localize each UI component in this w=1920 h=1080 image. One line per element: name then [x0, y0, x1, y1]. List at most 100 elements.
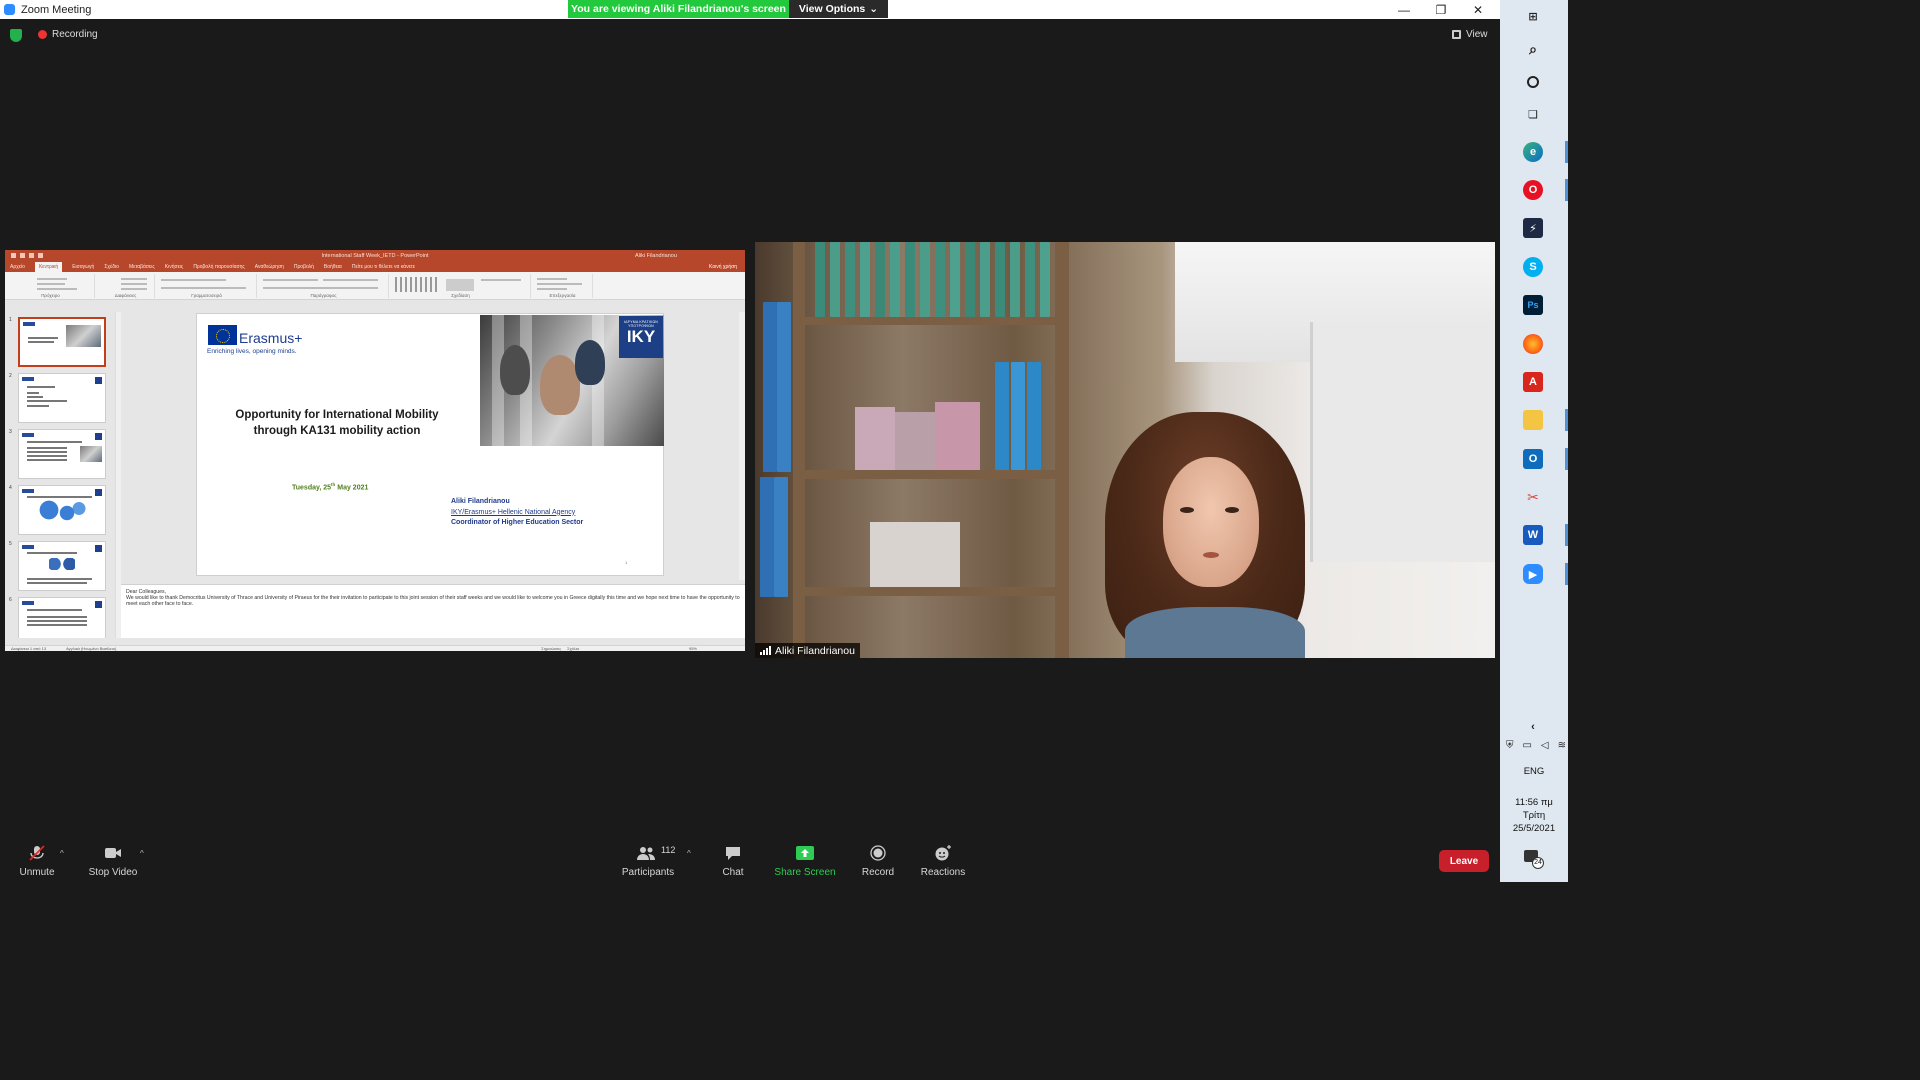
battery-icon[interactable]: ▭: [1522, 740, 1531, 751]
video-options-caret-icon[interactable]: ^: [140, 849, 144, 858]
ppt-tab: Εισαγωγή: [72, 263, 95, 270]
tray-expand-chevron-icon[interactable]: ‹: [1523, 717, 1543, 737]
outlook-icon[interactable]: O: [1523, 449, 1543, 469]
task-view-icon[interactable]: ❏: [1523, 104, 1543, 124]
grid-icon: [1452, 30, 1461, 39]
slide-thumbnail-5[interactable]: [18, 541, 106, 591]
ppt-workspace: 1 2 3 4 5 6 Erasmus+ Enriching lives, op…: [5, 312, 745, 645]
chat-icon: [726, 847, 740, 860]
notification-center-button[interactable]: 24: [1524, 850, 1544, 869]
ribbon-group-drawing: Σχεδίαση: [391, 274, 531, 298]
ribbon-group-slides: Διαφάνειες: [97, 274, 155, 298]
wifi-icon[interactable]: ≋: [1558, 740, 1566, 751]
view-button[interactable]: View: [1452, 29, 1488, 40]
photoshop-icon[interactable]: Ps: [1523, 295, 1543, 315]
participants-label: Participants: [621, 867, 675, 878]
chat-button[interactable]: Chat: [718, 841, 748, 882]
skype-icon[interactable]: S: [1523, 257, 1543, 277]
opera-browser-icon[interactable]: O: [1523, 180, 1543, 200]
shared-screen[interactable]: International Staff Week_IETD - PowerPoi…: [5, 250, 745, 651]
ppt-share-label: Κοινή χρήση: [709, 263, 737, 270]
security-shield-icon[interactable]: [10, 29, 22, 42]
view-label: View: [1466, 29, 1488, 40]
redo-icon: [29, 253, 34, 258]
slide-thumbnail-4[interactable]: [18, 485, 106, 535]
slide-heading: Opportunity for International Mobility t…: [235, 409, 439, 437]
ribbon-group-editing: Επεξεργασία: [533, 274, 593, 298]
recording-indicator[interactable]: Recording: [38, 29, 98, 40]
background-cabinet: [1310, 322, 1495, 562]
unmute-button[interactable]: Unmute: [14, 841, 60, 882]
erasmus-brand: Erasmus+: [239, 330, 303, 346]
reactions-smiley-icon: [935, 845, 951, 861]
record-label: Record: [861, 867, 895, 878]
participant-video[interactable]: Aliki Filandrianou: [755, 242, 1495, 658]
app-icon-dark[interactable]: ⚡: [1523, 218, 1543, 238]
reactions-label: Reactions: [920, 867, 966, 878]
slide-scrollbar[interactable]: [739, 312, 745, 580]
record-button[interactable]: Record: [860, 841, 896, 882]
ppt-ribbon: Πρόχειρο Διαφάνειες Γραμματοσειρά Παράγρ…: [5, 272, 745, 300]
slide-thumbnail-2[interactable]: [18, 373, 106, 423]
edge-browser-icon[interactable]: e: [1523, 142, 1543, 162]
restore-button[interactable]: ❐: [1423, 0, 1459, 19]
slide-thumbnail-3[interactable]: [18, 429, 106, 479]
speaker-notes[interactable]: Dear Colleagues, We would like to thank …: [121, 584, 745, 638]
clock[interactable]: 11:56 πμ Τρίτη 25/5/2021: [1500, 796, 1568, 835]
slide-page-number: 1: [625, 560, 628, 565]
slide-thumbnails[interactable]: 1 2 3 4 5 6: [5, 312, 115, 638]
acrobat-reader-icon[interactable]: A: [1523, 372, 1543, 392]
ppt-tab: Βοήθεια: [323, 263, 342, 270]
view-options-button[interactable]: View Options ⌄: [789, 0, 888, 18]
ppt-tell-me: Πείτε μου τι θέλετε να κάνετε: [351, 263, 416, 270]
view-options-label: View Options: [798, 3, 866, 15]
ppt-user: Aliki Filandrianou: [635, 252, 677, 259]
meeting-area: Recording View International Staff Week_…: [0, 19, 1500, 841]
ppt-tab: Κινήσεις: [164, 263, 184, 270]
participant-person: [1095, 402, 1325, 658]
snipping-tool-icon[interactable]: ✂: [1523, 487, 1543, 507]
meeting-toolbar: Unmute ^ Stop Video ^ 112 Participants ^…: [0, 841, 1500, 882]
present-icon: [38, 253, 43, 258]
undo-icon: [20, 253, 25, 258]
current-slide[interactable]: Erasmus+ Enriching lives, opening minds.…: [196, 313, 664, 576]
participants-caret-icon[interactable]: ^: [687, 849, 691, 858]
share-screen-icon: [796, 846, 814, 860]
chevron-down-icon: ⌄: [869, 3, 879, 15]
eu-flag-icon: [208, 325, 237, 345]
audio-options-caret-icon[interactable]: ^: [60, 849, 64, 858]
participants-button[interactable]: 112 Participants: [618, 841, 678, 882]
cortana-icon[interactable]: [1523, 72, 1543, 92]
file-explorer-icon[interactable]: [1523, 410, 1543, 430]
chat-label: Chat: [722, 867, 744, 878]
ppt-tab: Σχέδιο: [104, 263, 119, 270]
close-button[interactable]: ✕: [1460, 0, 1496, 19]
ppt-ribbon-tabs: Αρχείο Κεντρική Εισαγωγή Σχέδιο Μεταβάσε…: [5, 261, 745, 272]
firefox-icon[interactable]: [1523, 334, 1543, 354]
ribbon-group-font: Γραμματοσειρά: [157, 274, 257, 298]
ribbon-group-clipboard: Πρόχειρο: [7, 274, 95, 298]
ribbon-group-paragraph: Παράγραφος: [259, 274, 389, 298]
zoom-screen: Zoom Meeting — ❐ ✕ You are viewing Aliki…: [0, 0, 1568, 882]
slide-author-block: Aliki Filandrianou IKY/Erasmus+ Hellenic…: [451, 498, 584, 526]
windows-start-icon[interactable]: ⊞: [1523, 6, 1543, 26]
zoom-app-icon: [4, 4, 15, 15]
defender-icon[interactable]: ⛨: [1506, 740, 1514, 751]
input-language[interactable]: ENG: [1500, 765, 1568, 778]
search-icon[interactable]: ⌕: [1523, 39, 1543, 59]
slide-thumbnail-1[interactable]: [18, 317, 106, 367]
zoom-taskbar-icon[interactable]: ▶: [1523, 564, 1543, 584]
share-screen-button[interactable]: Share Screen: [774, 841, 836, 882]
ppt-tab: Αρχείο: [10, 263, 25, 270]
record-icon: [870, 845, 886, 861]
reactions-button[interactable]: Reactions: [920, 841, 966, 882]
word-icon[interactable]: W: [1523, 525, 1543, 545]
leave-button[interactable]: Leave: [1439, 850, 1489, 872]
ppt-tab: Μεταβάσεις: [128, 263, 155, 270]
minimize-button[interactable]: —: [1386, 0, 1422, 19]
slide-thumbnail-6[interactable]: [18, 597, 106, 638]
video-camera-icon: [105, 848, 121, 858]
stop-video-button[interactable]: Stop Video: [85, 841, 141, 882]
volume-icon[interactable]: ◁: [1541, 740, 1549, 751]
system-tray: ⛨ ▭ ◁ ≋: [1506, 740, 1566, 751]
